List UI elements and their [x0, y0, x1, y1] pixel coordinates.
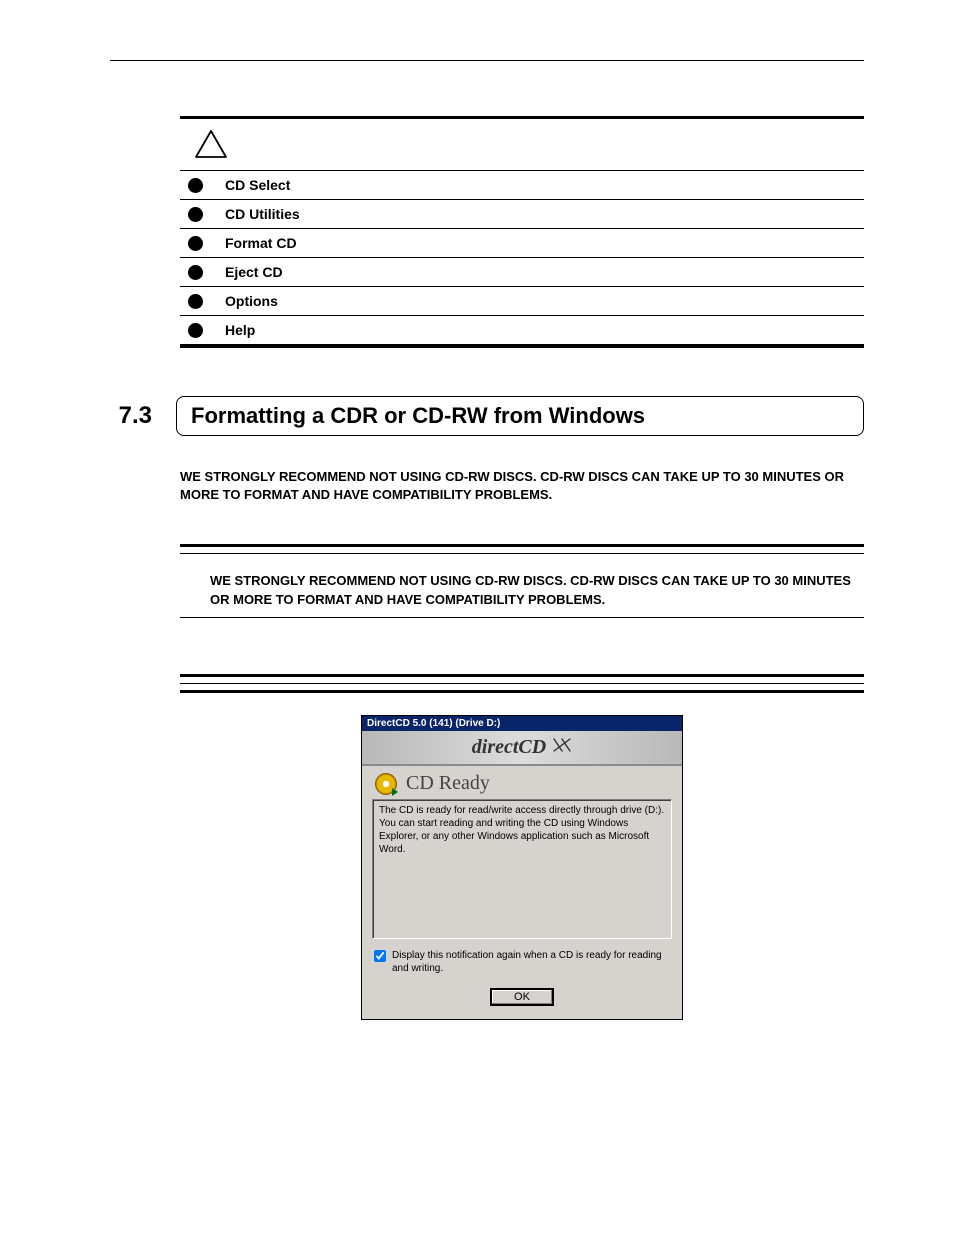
- context-menu-list: CD Select CD Utilities Format CD Eject C…: [180, 116, 864, 348]
- section-title: Formatting a CDR or CD-RW from Windows: [176, 396, 864, 436]
- warning-text-2: WE STRONGLY RECOMMEND NOT USING CD-RW DI…: [210, 572, 864, 608]
- menu-item-options: Options: [180, 286, 864, 315]
- menu-label: CD Utilities: [225, 206, 300, 222]
- separator-block-1: WE STRONGLY RECOMMEND NOT USING CD-RW DI…: [180, 544, 864, 617]
- menu-item-cd-utilities: CD Utilities: [180, 199, 864, 228]
- warning-text-1: WE STRONGLY RECOMMEND NOT USING CD-RW DI…: [180, 468, 864, 504]
- menu-item-cd-select: CD Select: [180, 170, 864, 199]
- dialog-checkbox-row: Display this notification again when a C…: [362, 939, 682, 977]
- bullet-icon: [188, 236, 203, 251]
- menu-label: Eject CD: [225, 264, 283, 280]
- logo-text: directCD: [472, 736, 546, 759]
- dialog-logo-band: directCD: [362, 731, 682, 766]
- section-header: 7.3 Formatting a CDR or CD-RW from Windo…: [108, 396, 864, 436]
- directcd-logo: directCD: [472, 736, 572, 759]
- separator-block-2: [180, 674, 864, 693]
- directcd-dialog: DirectCD 5.0 (141) (Drive D:) directCD: [361, 715, 683, 1020]
- menu-label: CD Select: [225, 177, 290, 193]
- bullet-icon: [188, 323, 203, 338]
- bullet-icon: [188, 294, 203, 309]
- dialog-status-row: CD Ready: [362, 766, 682, 799]
- cd-ready-icon: [374, 772, 396, 794]
- bullet-icon: [188, 178, 203, 193]
- caution-row: [180, 119, 864, 170]
- notify-checkbox[interactable]: [374, 950, 386, 962]
- dialog-info-text: The CD is ready for read/write access di…: [372, 799, 672, 939]
- logo-glyph-icon: [552, 736, 572, 759]
- section-number: 7.3: [108, 402, 152, 430]
- menu-label: Format CD: [225, 235, 297, 251]
- bullet-icon: [188, 207, 203, 222]
- bullet-icon: [188, 265, 203, 280]
- notify-checkbox-label: Display this notification again when a C…: [392, 949, 670, 975]
- menu-label: Options: [225, 293, 278, 309]
- menu-item-help: Help: [180, 315, 864, 344]
- menu-item-format-cd: Format CD: [180, 228, 864, 257]
- dialog-status: CD Ready: [406, 772, 490, 795]
- dialog-titlebar: DirectCD 5.0 (141) (Drive D:): [362, 716, 682, 731]
- menu-item-eject-cd: Eject CD: [180, 257, 864, 286]
- page-top-rule: [110, 60, 864, 61]
- caution-icon: [194, 129, 228, 159]
- menu-label: Help: [225, 322, 255, 338]
- ok-button[interactable]: OK: [491, 989, 553, 1005]
